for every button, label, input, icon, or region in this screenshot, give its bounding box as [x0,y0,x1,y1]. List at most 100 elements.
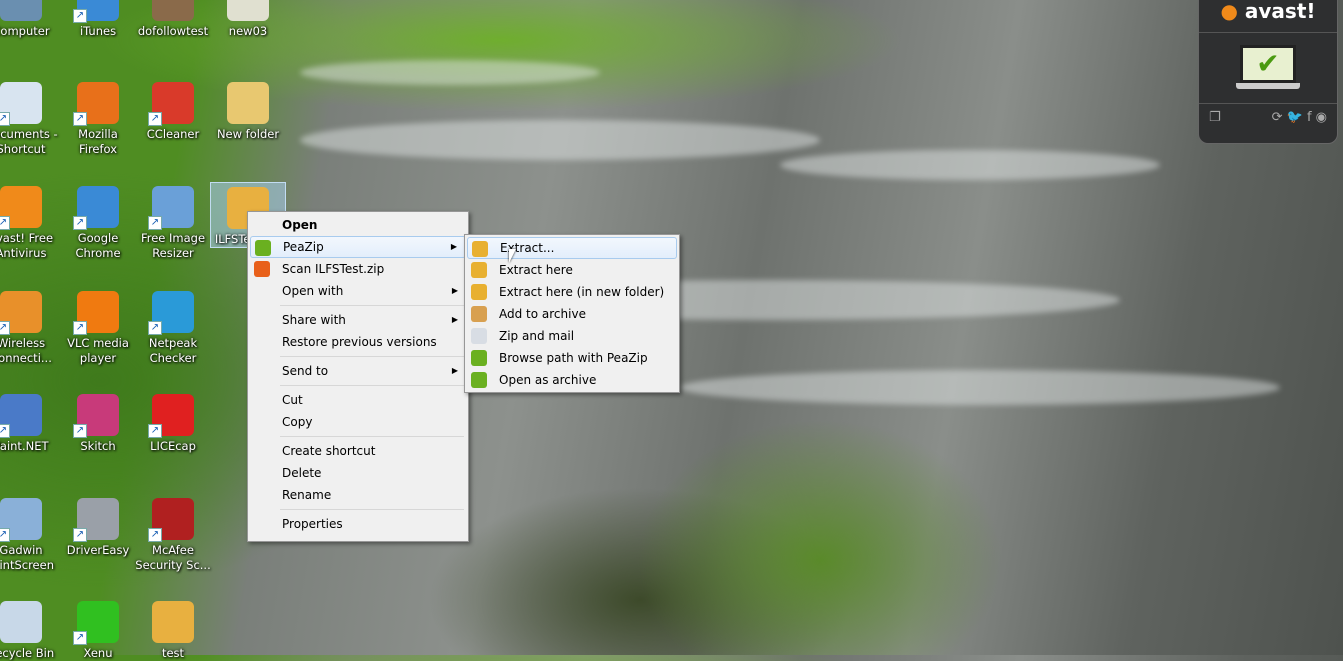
desktop-icon-mozilla-firefox[interactable]: ↗ Mozilla Firefox [60,78,136,157]
desktop-icon-free-image-resizer[interactable]: ↗ Free Image Resizer [135,182,211,261]
desktop-icon-wireless-connecti[interactable]: ↗Wireless Connecti... [0,287,59,366]
menu-item-label: Properties [282,517,343,531]
paint-net-icon: ↗ [0,394,42,438]
desktop-icon-label: VLC media player [67,336,129,365]
desktop-icon-gadwin-printscreen[interactable]: ↗Gadwin PrintScreen [0,494,59,573]
shortcut-arrow-icon: ↗ [73,9,87,23]
menu-item-cut[interactable]: Cut [250,389,466,411]
skitch-icon: ↗ [73,394,119,438]
menu-item-peazip[interactable]: PeaZip ▶ [250,236,466,258]
menu-item-label: Create shortcut [282,444,376,458]
peazip-icon [255,240,271,256]
menu-item-open[interactable]: Open [250,214,466,236]
shortcut-arrow-icon: ↗ [0,216,10,230]
menu-item-copy[interactable]: Copy [250,411,466,433]
menu-item-extract-here[interactable]: Extract here [467,259,677,281]
wireless-connecti-icon: ↗ [0,291,42,335]
menu-separator [280,385,464,386]
menu-item-add-to-archive[interactable]: Add to archive [467,303,677,325]
desktop-icon-label: Paint.NET [0,439,49,453]
desktop-icon-licecap[interactable]: ↗ LICEcap [135,390,211,454]
desktop-icon-label: Xenu [83,646,113,660]
desktop-icon-skitch[interactable]: ↗ Skitch [60,390,136,454]
mail-icon [471,328,487,344]
menu-item-label: Browse path with PeaZip [499,351,648,365]
desktop-icon-new03[interactable]: new03 [210,0,286,39]
desktop-icon-dofollowtest[interactable]: dofollowtest [135,0,211,39]
menu-item-scan-ilfstest-zip[interactable]: Scan ILFSTest.zip [250,258,466,280]
shortcut-arrow-icon: ↗ [73,631,87,645]
desktop-icon-recycle-bin[interactable]: Recycle Bin [0,597,59,661]
refresh-icon[interactable]: ⟳ [1272,110,1283,125]
desktop-icon-paint-net[interactable]: ↗Paint.NET [0,390,59,454]
menu-item-create-shortcut[interactable]: Create shortcut [250,440,466,462]
menu-item-extract[interactable]: Extract... [467,237,677,259]
menu-item-extract-here-in-new-folder[interactable]: Extract here (in new folder) [467,281,677,303]
desktop-icon-vlc-media-player[interactable]: ↗ VLC media player [60,287,136,366]
avast-scan-icon [254,261,270,277]
menu-item-send-to[interactable]: Send to ▶ [250,360,466,382]
desktop-icon-google-chrome[interactable]: ↗ Google Chrome [60,182,136,261]
menu-separator [280,509,464,510]
free-image-resizer-icon: ↗ [148,186,194,230]
computer-icon [0,0,42,21]
desktop-icon-label: Netpeak Checker [148,336,198,365]
window-icon[interactable]: ❐ [1209,110,1221,125]
desktop-icon-label: McAfee Security Sc... [135,543,211,572]
peazip-submenu: Extract... Extract here Extract here (in n… [464,234,680,393]
menu-item-label: PeaZip [283,240,324,254]
desktop-icon-label: new03 [228,24,268,38]
menu-item-label: Zip and mail [499,329,575,343]
menu-item-zip-and-mail[interactable]: Zip and mail [467,325,677,347]
desktop-icon-label: test [161,646,185,660]
menu-separator [280,305,464,306]
desktop-icon-itunes[interactable]: ↗ iTunes [60,0,136,39]
desktop-icon-label: dofollowtest [137,24,209,38]
menu-item-open-with[interactable]: Open with ▶ [250,280,466,302]
shortcut-arrow-icon: ↗ [73,216,87,230]
desktop-icon-documents-shortcut[interactable]: ↗Documents - Shortcut [0,78,59,157]
desktop-icon-new-folder[interactable]: New folder [210,78,286,142]
desktop-icon-ccleaner[interactable]: ↗ CCleaner [135,78,211,142]
menu-item-open-as-archive[interactable]: Open as archive [467,369,677,391]
google-chrome-icon: ↗ [73,186,119,230]
test-icon [152,601,194,643]
menu-item-browse-path-with-peazip[interactable]: Browse path with PeaZip [467,347,677,369]
desktop-icon-computer[interactable]: Computer [0,0,59,39]
avast-widget[interactable]: ● avast! ✔ ❐ ⟳ 🐦 f ◉ [1198,0,1338,144]
menu-item-restore-previous-versions[interactable]: Restore previous versions [250,331,466,353]
netpeak-checker-icon: ↗ [148,291,194,335]
menu-item-label: Scan ILFSTest.zip [282,262,385,276]
desktop-icon-mcafee-security-sc[interactable]: ↗ McAfee Security Sc... [135,494,211,573]
desktop-icon-label: Gadwin PrintScreen [0,543,54,572]
desktop-icon-avast-free-antivirus[interactable]: ↗avast! Free Antivirus [0,182,59,261]
shortcut-arrow-icon: ↗ [73,321,87,335]
menu-item-properties[interactable]: Properties [250,513,466,535]
desktop-icon-label: Recycle Bin [0,646,55,660]
context-menu: Open PeaZip ▶ Scan ILFSTest.zip Open with ▶ Sh… [247,211,469,542]
menu-item-label: Cut [282,393,303,407]
desktop-icon-label: DriverEasy [66,543,130,557]
shortcut-arrow-icon: ↗ [148,112,162,126]
peazip-icon [471,350,487,366]
desktop-icon-test[interactable]: test [135,597,211,661]
menu-item-share-with[interactable]: Share with ▶ [250,309,466,331]
desktop-icon-netpeak-checker[interactable]: ↗ Netpeak Checker [135,287,211,366]
desktop-icon-label: CCleaner [146,127,200,141]
desktop-icon-drivereasy[interactable]: ↗ DriverEasy [60,494,136,558]
twitter-icon[interactable]: 🐦 [1287,110,1303,125]
new-folder-icon [227,82,269,124]
peazip-icon [471,372,487,388]
desktop-icon-xenu[interactable]: ↗ Xenu [60,597,136,661]
shortcut-arrow-icon: ↗ [73,112,87,126]
facebook-icon[interactable]: f [1307,110,1312,125]
extract-icon [472,241,488,257]
menu-item-delete[interactable]: Delete [250,462,466,484]
submenu-arrow-icon: ▶ [451,286,458,295]
desktop-icon-label: avast! Free Antivirus [0,231,54,260]
rss-icon[interactable]: ◉ [1316,110,1327,125]
menu-item-rename[interactable]: Rename [250,484,466,506]
avast-logo: ● avast! [1199,0,1337,33]
desktop-icon-label: Free Image Resizer [140,231,206,260]
shortcut-arrow-icon: ↗ [73,424,87,438]
